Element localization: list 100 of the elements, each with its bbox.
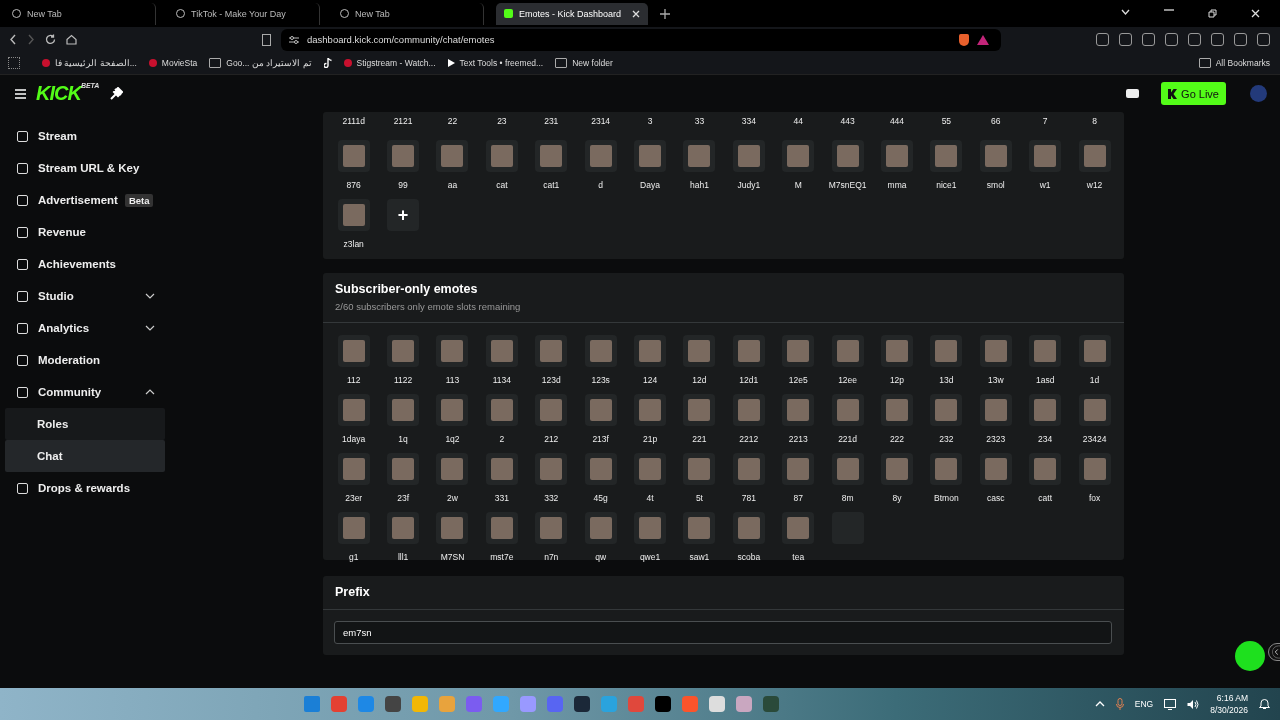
toolbar-icon[interactable] [1096, 33, 1109, 46]
collapse-handle-icon[interactable] [1268, 643, 1280, 661]
browser-tab[interactable]: Emotes - Kick Dashboard [496, 2, 648, 25]
emote-image[interactable] [436, 335, 469, 367]
browser-tab[interactable]: TikTok - Make Your Day [168, 2, 320, 25]
toolbar-icon[interactable] [1257, 33, 1270, 46]
emote-image[interactable] [584, 512, 617, 544]
emote-image[interactable] [337, 453, 370, 485]
emote-image[interactable] [782, 140, 815, 172]
emote-image[interactable] [337, 199, 370, 231]
home-icon[interactable] [66, 34, 77, 45]
emote-image[interactable] [732, 453, 765, 485]
emote-image[interactable] [485, 394, 518, 426]
emote-image[interactable] [485, 453, 518, 485]
add-emote-button[interactable]: + [387, 199, 420, 231]
toolbar-icon[interactable] [1142, 33, 1155, 46]
emote-image[interactable] [831, 394, 864, 426]
emote-image[interactable] [979, 453, 1012, 485]
emote-image[interactable] [337, 335, 370, 367]
sidebar-item[interactable]: Moderation [0, 344, 165, 376]
emote-image[interactable] [436, 453, 469, 485]
close-icon[interactable] [1251, 9, 1260, 18]
emote-image[interactable] [1029, 335, 1062, 367]
app-icon[interactable] [763, 696, 780, 712]
emote-image[interactable] [1078, 335, 1111, 367]
emote-image[interactable] [485, 140, 518, 172]
bookmark-folder[interactable]: Goo... تم الاستيراد من [209, 58, 312, 68]
chevron-down-icon[interactable] [145, 293, 155, 299]
all-bookmarks-button[interactable]: All Bookmarks [1198, 58, 1270, 68]
browser-tab[interactable]: New Tab [4, 2, 156, 25]
shield-icon[interactable] [959, 33, 969, 46]
bookmark-item[interactable]: Stigstream - Watch... [343, 58, 436, 68]
emote-image[interactable] [485, 335, 518, 367]
emote-image[interactable] [732, 140, 765, 172]
sidebar-item[interactable]: Achievements [0, 248, 165, 280]
site-settings-icon[interactable] [289, 34, 299, 45]
emote-image[interactable] [387, 394, 420, 426]
emote-image[interactable] [634, 394, 667, 426]
emote-image[interactable] [584, 140, 617, 172]
emote-image[interactable] [387, 512, 420, 544]
emote-image[interactable] [930, 453, 963, 485]
emote-image[interactable] [387, 453, 420, 485]
emote-image[interactable] [683, 394, 716, 426]
emote-image[interactable] [535, 394, 568, 426]
sidebar-item[interactable]: Studio [0, 280, 165, 312]
chevron-down-icon[interactable] [1121, 9, 1130, 15]
clock-time[interactable]: 6:16 AM [1216, 692, 1248, 704]
app-icon[interactable] [709, 696, 726, 712]
emote-image[interactable] [535, 512, 568, 544]
note-icon[interactable] [323, 58, 332, 68]
forward-icon[interactable] [27, 34, 35, 45]
emote-image[interactable] [881, 453, 913, 485]
new-tab-icon[interactable] [660, 8, 670, 19]
emote-image[interactable] [881, 394, 913, 426]
emote-image[interactable] [979, 394, 1012, 426]
emote-image[interactable] [1078, 453, 1111, 485]
emote-image[interactable] [584, 394, 617, 426]
emote-image[interactable] [831, 140, 864, 172]
emote-image[interactable] [732, 335, 765, 367]
emote-image[interactable] [337, 394, 370, 426]
emote-image[interactable] [930, 140, 963, 172]
app-icon[interactable] [736, 696, 753, 712]
sidebar-item[interactable]: Analytics [0, 312, 165, 344]
emote-image[interactable] [782, 335, 815, 367]
emote-image[interactable] [584, 335, 617, 367]
toolbar-icon[interactable] [1234, 33, 1247, 46]
emote-image[interactable] [535, 453, 568, 485]
emote-image[interactable] [387, 140, 420, 172]
emote-image[interactable] [436, 512, 469, 544]
address-bar[interactable]: dashboard.kick.com/community/chat/emotes [281, 28, 1001, 51]
bookmark-folder[interactable]: New folder [555, 58, 613, 68]
toolbar-icon[interactable] [1165, 33, 1178, 46]
bookmark-item[interactable]: Text Tools • freemed... [447, 58, 544, 68]
emote-image[interactable] [782, 394, 815, 426]
back-icon[interactable] [9, 34, 17, 45]
emote-image[interactable] [683, 335, 716, 367]
emote-image[interactable] [1078, 140, 1111, 172]
emote-image[interactable] [1029, 453, 1062, 485]
emote-image[interactable] [683, 453, 716, 485]
clock-date[interactable]: 8/30/2026 [1210, 704, 1248, 716]
emote-image[interactable] [683, 512, 716, 544]
emote-image[interactable] [831, 453, 864, 485]
app-icon[interactable] [655, 696, 672, 712]
emote-image[interactable] [1078, 394, 1111, 426]
go-live-button[interactable]: Go Live [1161, 82, 1226, 105]
emote-image[interactable] [732, 512, 765, 544]
toolbar-icon[interactable] [1119, 33, 1132, 46]
emote-image[interactable] [831, 335, 864, 367]
emote-image[interactable] [584, 453, 617, 485]
emote-image[interactable] [634, 140, 667, 172]
emote-image[interactable] [436, 140, 469, 172]
sidebar-subitem[interactable]: Chat [5, 440, 165, 472]
emote-image[interactable] [683, 140, 716, 172]
emote-image[interactable] [337, 140, 370, 172]
emote-image[interactable] [535, 140, 568, 172]
emote-image[interactable] [979, 140, 1012, 172]
speaker-icon[interactable] [1187, 698, 1200, 710]
sidebar-item[interactable]: Community [0, 376, 165, 408]
toolbar-icon[interactable] [1188, 33, 1201, 46]
network-icon[interactable] [1164, 698, 1177, 710]
